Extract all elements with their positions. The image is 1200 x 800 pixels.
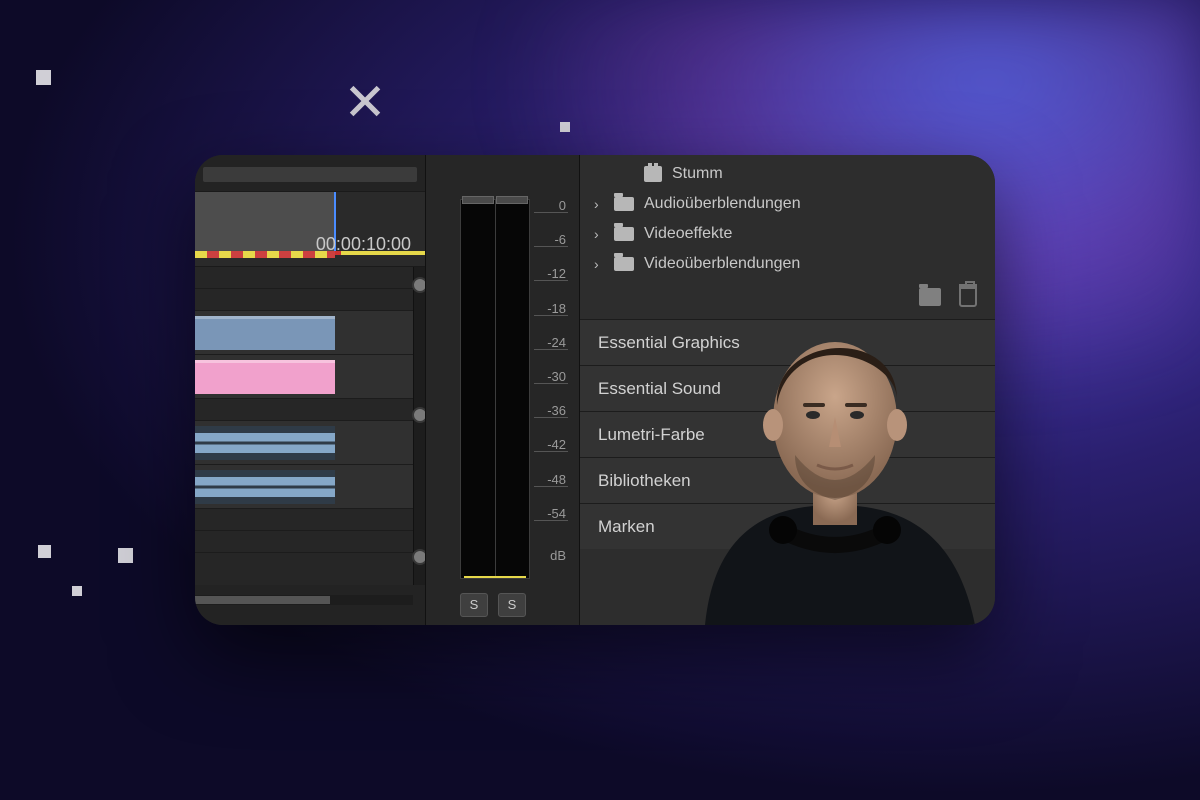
- meter-tick: -54: [534, 507, 568, 521]
- meter-scale: 0 -6 -12 -18 -24 -30 -36 -42 -48 -54 dB: [534, 199, 568, 579]
- audio-clip[interactable]: [195, 426, 335, 460]
- new-bin-icon[interactable]: [919, 288, 941, 306]
- collapsed-panels: Essential Graphics Essential Sound Lumet…: [580, 319, 995, 549]
- chevron-right-icon: ›: [594, 226, 604, 242]
- solo-button[interactable]: S: [498, 593, 526, 617]
- panel-tab-label: Essential Sound: [598, 379, 721, 399]
- track-row[interactable]: [195, 399, 413, 421]
- in-out-ruler[interactable]: [195, 251, 425, 261]
- preset-icon: [644, 166, 662, 182]
- meter-tick: -30: [534, 370, 568, 384]
- track-row[interactable]: [195, 531, 413, 553]
- audio-clip[interactable]: [195, 470, 335, 504]
- folder-icon: [614, 227, 634, 241]
- meter-channel-divider: [495, 200, 496, 578]
- meter-tick: -36: [534, 404, 568, 418]
- meter-level-bar: [464, 576, 527, 578]
- effects-item-preset[interactable]: Stumm: [590, 159, 985, 189]
- track-row[interactable]: [195, 289, 413, 311]
- side-panels: Stumm › Audioüberblendungen › Videoeffek…: [580, 155, 995, 625]
- video-clip[interactable]: [195, 316, 335, 350]
- track-row[interactable]: [195, 267, 413, 289]
- track-area[interactable]: [195, 267, 413, 585]
- track-row[interactable]: [195, 509, 413, 531]
- timeline-ruler-area[interactable]: 00:00:10:00: [195, 191, 425, 267]
- effects-folder[interactable]: › Videoüberblendungen: [590, 249, 985, 279]
- panel-tab-libraries[interactable]: Bibliotheken: [580, 457, 995, 503]
- chevron-right-icon: ›: [594, 196, 604, 212]
- meter-unit-label: dB: [534, 549, 568, 562]
- editor-window: 00:00:10:00: [195, 155, 995, 625]
- effects-tree[interactable]: Stumm › Audioüberblendungen › Videoeffek…: [590, 159, 985, 279]
- panel-tab-label: Bibliotheken: [598, 471, 691, 491]
- solo-button-row: S S: [460, 593, 561, 619]
- particle: [72, 586, 82, 596]
- particle: [118, 548, 133, 563]
- panel-tab-essential-sound[interactable]: Essential Sound: [580, 365, 995, 411]
- track-row[interactable]: [195, 465, 413, 509]
- meter-tick: -6: [534, 233, 568, 247]
- particle: [38, 545, 51, 558]
- timeline-panel: 00:00:10:00: [195, 155, 425, 625]
- folder-icon: [614, 197, 634, 211]
- panel-tab-label: Marken: [598, 517, 655, 537]
- effects-folder[interactable]: › Audioüberblendungen: [590, 189, 985, 219]
- meter-peak-indicator: [462, 196, 494, 204]
- effects-folder[interactable]: › Videoeffekte: [590, 219, 985, 249]
- meter-tick: 0: [534, 199, 568, 213]
- timeline-toolbar[interactable]: [203, 167, 417, 182]
- audio-meter-panel: 0 -6 -12 -18 -24 -30 -36 -42 -48 -54 dB …: [425, 155, 580, 625]
- effects-item-label: Stumm: [672, 165, 723, 183]
- track-row[interactable]: [195, 421, 413, 465]
- meter-tick: -24: [534, 336, 568, 350]
- folder-icon: [614, 257, 634, 271]
- video-clip[interactable]: [195, 360, 335, 394]
- effects-folder-label: Videoeffekte: [644, 225, 732, 243]
- close-icon[interactable]: ✕: [340, 78, 390, 128]
- meter-tick: -48: [534, 473, 568, 487]
- panel-tab-label: Essential Graphics: [598, 333, 740, 353]
- track-row[interactable]: [195, 355, 413, 399]
- meter-tick: -12: [534, 267, 568, 281]
- particle: [36, 70, 51, 85]
- panel-tab-label: Lumetri-Farbe: [598, 425, 705, 445]
- panel-tab-lumetri[interactable]: Lumetri-Farbe: [580, 411, 995, 457]
- solo-button[interactable]: S: [460, 593, 488, 617]
- panel-tab-essential-graphics[interactable]: Essential Graphics: [580, 319, 995, 365]
- track-row[interactable]: [195, 311, 413, 355]
- work-area-bar[interactable]: [195, 192, 335, 252]
- horizontal-scrollbar[interactable]: [195, 595, 413, 605]
- effects-actions: [919, 287, 977, 307]
- vertical-zoom-rail[interactable]: [413, 267, 425, 585]
- effects-folder-label: Audioüberblendungen: [644, 195, 801, 213]
- delete-icon[interactable]: [959, 287, 977, 307]
- particle: [560, 122, 570, 132]
- meter-tick: -42: [534, 438, 568, 452]
- panel-tab-markers[interactable]: Marken: [580, 503, 995, 549]
- meter-peak-indicator: [496, 196, 528, 204]
- audio-level-meter[interactable]: [460, 199, 530, 579]
- meter-tick: -18: [534, 302, 568, 316]
- chevron-right-icon: ›: [594, 256, 604, 272]
- effects-folder-label: Videoüberblendungen: [644, 255, 800, 273]
